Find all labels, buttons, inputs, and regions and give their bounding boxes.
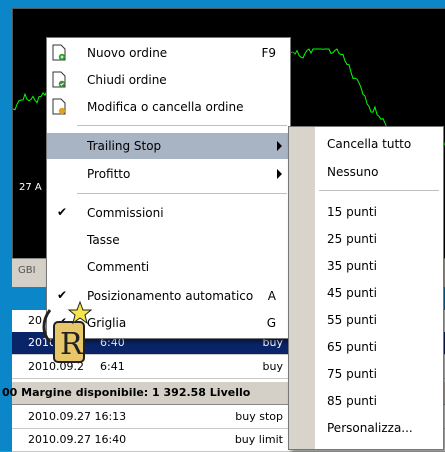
menu-item-modify-order[interactable]: Modifica o cancella ordine <box>47 94 290 120</box>
menu-item-label: Commenti <box>87 260 150 274</box>
menu-item-close-order[interactable]: Chiudi ordine <box>47 67 290 93</box>
submenu-arrow-icon <box>277 141 282 151</box>
submenu-item-55[interactable]: 55 punti <box>289 307 443 333</box>
menu-item-trailing-stop[interactable]: Trailing Stop <box>47 133 290 159</box>
menu-item-label: Trailing Stop <box>87 139 162 153</box>
menu-separator <box>319 190 439 191</box>
row-time: 2010.09.27 16:40 <box>28 433 127 446</box>
modify-order-icon <box>52 98 66 115</box>
row-type: buy stop <box>235 410 283 423</box>
row-type: buy <box>262 360 283 373</box>
menu-item-label: Nuovo ordine <box>87 46 168 60</box>
menu-shortcut: F9 <box>261 46 276 60</box>
menu-item-comments[interactable]: Commenti <box>47 254 290 280</box>
submenu-item-35[interactable]: 35 punti <box>289 253 443 279</box>
submenu-item-label: 75 punti <box>327 367 377 381</box>
menu-shortcut: A <box>267 289 276 303</box>
context-menu: Nuovo ordine F9 Chiudi ordine Modifica o… <box>46 37 291 339</box>
menu-item-new-order[interactable]: Nuovo ordine F9 <box>47 40 290 66</box>
menu-separator <box>77 125 287 126</box>
submenu-item-label: Personalizza... <box>327 421 413 435</box>
chart-time-label: 27 A <box>19 182 42 193</box>
submenu-item-45[interactable]: 45 punti <box>289 280 443 306</box>
menu-item-commissions[interactable]: ✔ Commissioni <box>47 200 290 226</box>
submenu-item-label: 25 punti <box>327 232 377 246</box>
submenu-item-25[interactable]: 25 punti <box>289 226 443 252</box>
submenu-arrow-icon <box>277 169 282 179</box>
menu-item-label: Tasse <box>87 233 120 247</box>
menu-item-label: Commissioni <box>87 206 164 220</box>
menu-item-profit[interactable]: Profitto <box>47 161 290 187</box>
menu-item-label: Profitto <box>87 167 131 181</box>
menu-shortcut: G <box>266 316 276 330</box>
submenu-item-clear-all[interactable]: Cancella tutto <box>289 131 443 157</box>
summary-text: 00 Margine disponibile: 1 392.58 Livello <box>2 386 251 399</box>
watermark-logo: R <box>42 300 92 363</box>
menu-item-label: Griglia <box>87 316 127 330</box>
svg-text:R: R <box>60 327 84 362</box>
new-order-icon <box>52 44 66 61</box>
menu-item-label: Posizionamento automatico <box>87 289 254 303</box>
submenu-item-65[interactable]: 65 punti <box>289 334 443 360</box>
submenu-item-none[interactable]: Nessuno <box>289 159 443 185</box>
submenu-item-label: 65 punti <box>327 340 377 354</box>
submenu-item-label: 35 punti <box>327 259 377 273</box>
close-order-icon <box>52 71 66 88</box>
trailing-stop-submenu: Cancella tutto Nessuno 15 punti 25 punti… <box>288 126 444 450</box>
submenu-item-label: Nessuno <box>327 165 379 179</box>
menu-separator <box>77 193 287 194</box>
submenu-item-label: 85 punti <box>327 394 377 408</box>
row-time: 2010.09.27 16:13 <box>28 410 127 423</box>
tab-symbol[interactable]: GBI <box>18 265 36 276</box>
row-time-end: 6:41 <box>100 360 125 373</box>
submenu-item-85[interactable]: 85 punti <box>289 388 443 414</box>
row-type: buy limit <box>234 433 283 446</box>
submenu-item-label: 55 punti <box>327 313 377 327</box>
submenu-item-label: 45 punti <box>327 286 377 300</box>
menu-item-label: Chiudi ordine <box>87 73 167 87</box>
submenu-item-label: Cancella tutto <box>327 137 412 151</box>
submenu-item-75[interactable]: 75 punti <box>289 361 443 387</box>
submenu-item-label: 15 punti <box>327 205 377 219</box>
menu-item-label: Modifica o cancella ordine <box>87 100 244 114</box>
menu-item-taxes[interactable]: Tasse <box>47 227 290 253</box>
submenu-item-15[interactable]: 15 punti <box>289 199 443 225</box>
submenu-item-custom[interactable]: Personalizza... <box>289 415 443 441</box>
checkmark-icon: ✔ <box>57 205 68 219</box>
